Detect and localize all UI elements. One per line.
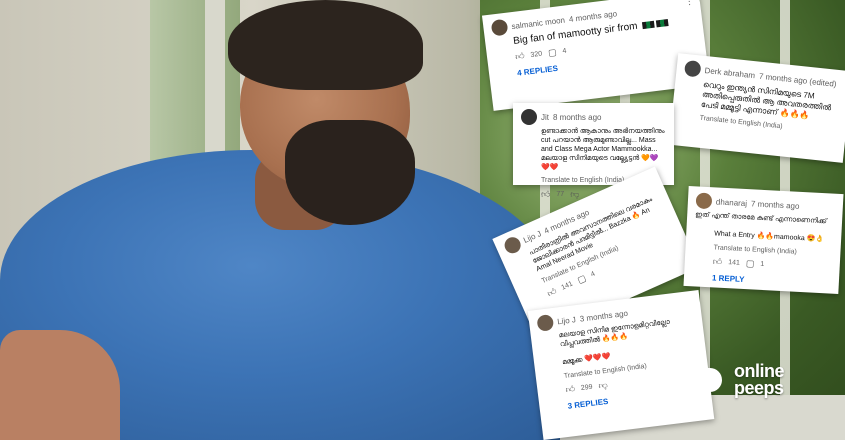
like-icon[interactable]: 👍︎ <box>712 256 723 267</box>
comment-time[interactable]: 4 months ago <box>568 9 617 24</box>
comment-text-2: What a Entry 🔥🔥mamooka 😍👌 <box>714 230 825 244</box>
flag-icon <box>655 18 669 28</box>
comment-author[interactable]: dhanaraj <box>716 197 748 208</box>
logo-mark-icon <box>670 364 722 400</box>
man-beard <box>285 120 415 225</box>
reply-icon[interactable]: ▢ <box>547 47 557 59</box>
comment-author[interactable]: Derk abraham <box>704 65 755 79</box>
translate-link[interactable]: Translate to English (India) <box>713 244 832 257</box>
avatar[interactable] <box>502 234 524 256</box>
like-count: 141 <box>560 280 574 292</box>
view-replies-button[interactable]: 1 REPLY <box>712 273 831 288</box>
avatar[interactable] <box>521 109 537 125</box>
onlinepeeps-logo: online peeps <box>670 360 785 400</box>
man-hair <box>228 0 423 90</box>
comment-card: Derk abraham 7 months ago (edited) വെറും… <box>668 53 845 163</box>
avatar[interactable] <box>695 192 713 210</box>
like-count: 299 <box>580 383 594 393</box>
reply-count: 1 <box>760 260 765 269</box>
comment-time[interactable]: 8 months ago <box>553 113 601 122</box>
comment-author[interactable]: salmanic moon <box>511 15 566 30</box>
reply-icon[interactable]: ▢ <box>576 273 588 287</box>
comment-author[interactable]: Lijo J <box>522 229 543 245</box>
dislike-icon[interactable]: 👎︎ <box>598 380 608 392</box>
comment-author[interactable]: Jit <box>541 113 549 122</box>
comment-text: ഉണ്ടാക്കാൻ ആകാനും അഭിനയത്തിനും cut പറയാൻ… <box>541 128 665 171</box>
reply-count: 4 <box>562 47 567 56</box>
like-icon[interactable]: 👍︎ <box>546 286 559 300</box>
dislike-icon[interactable]: 👎︎ <box>570 189 579 200</box>
reply-icon[interactable]: ▢ <box>746 258 755 269</box>
avatar[interactable] <box>683 59 702 78</box>
more-icon[interactable]: ⋮ <box>684 0 694 8</box>
comment-card: dhanaraj 7 months ago ഇത് എന്ത് താരമേ കണ… <box>683 186 844 294</box>
avatar[interactable] <box>536 313 555 332</box>
like-count: 77 <box>556 191 565 198</box>
reply-count: 4 <box>589 270 597 279</box>
man-arm <box>0 330 120 440</box>
like-icon[interactable]: 👍︎ <box>541 189 550 200</box>
like-count: 141 <box>727 259 741 267</box>
like-icon[interactable]: 👍︎ <box>565 384 576 396</box>
comment-time[interactable]: 7 months ago <box>751 199 800 211</box>
comment-time[interactable]: 7 months ago (edited) <box>759 71 837 88</box>
avatar[interactable] <box>490 18 509 37</box>
flag-icon <box>641 20 655 30</box>
logo-line-2: peeps <box>734 378 784 398</box>
like-count: 320 <box>530 50 543 59</box>
comment-author[interactable]: Lijo J <box>557 315 577 326</box>
comment-time[interactable]: 3 months ago <box>579 308 628 323</box>
like-icon[interactable]: 👍︎ <box>515 51 526 63</box>
